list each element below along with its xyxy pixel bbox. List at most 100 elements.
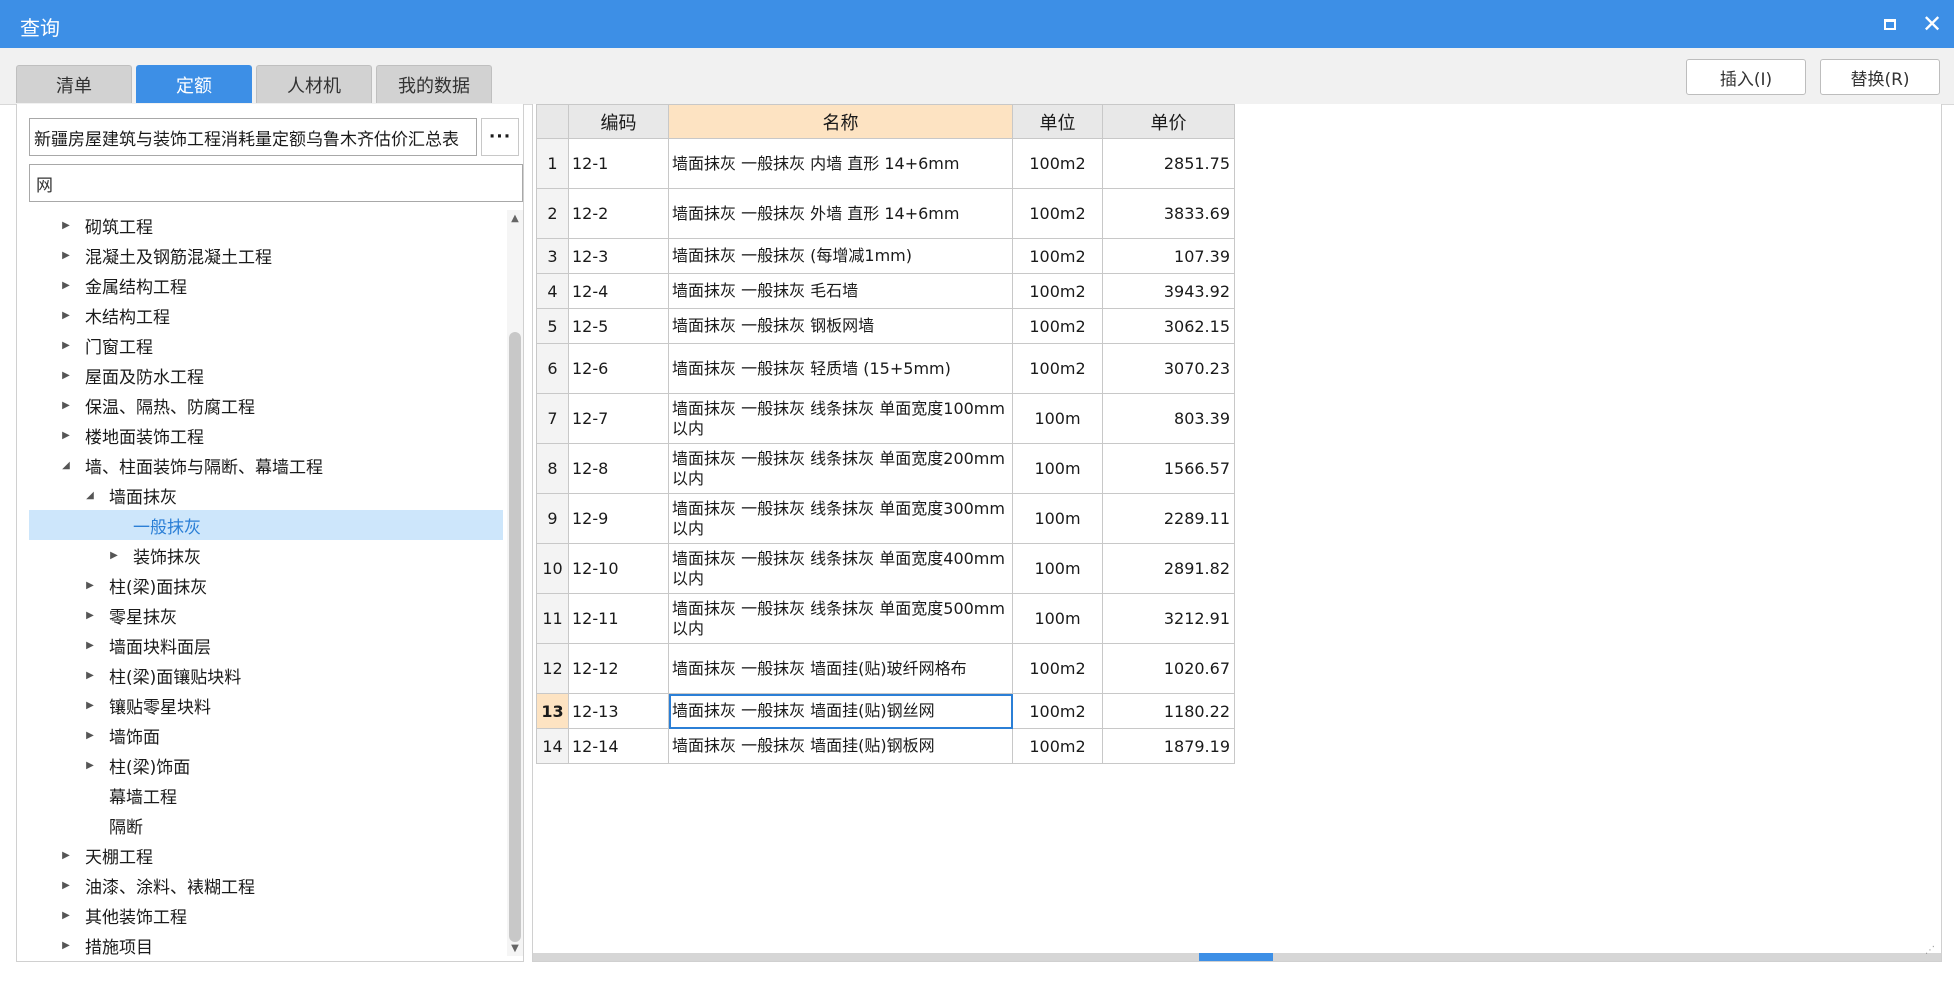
tree-node[interactable]: ▶ 措施项目 [29,930,503,957]
search-input[interactable] [29,164,523,202]
price-cell[interactable]: 3943.92 [1102,273,1235,309]
name-cell[interactable]: 墙面抹灰 一般抹灰 轻质墙 (15+5mm) [668,343,1013,394]
expand-arrow-icon[interactable]: ▶ [59,848,73,862]
scrollbar-thumb[interactable] [509,332,521,942]
price-cell[interactable]: 3070.23 [1102,343,1235,394]
tree-node[interactable]: ▶ 其他装饰工程 [29,900,503,930]
row-number[interactable]: 5 [536,308,569,344]
expand-arrow-icon[interactable]: ▶ [59,368,73,382]
row-number[interactable]: 11 [536,593,569,644]
unit-cell[interactable]: 100m [1012,443,1103,494]
tree-node[interactable]: ▶ 零星抹灰 [29,600,503,630]
unit-cell[interactable]: 100m2 [1012,693,1103,729]
price-cell[interactable]: 1566.57 [1102,443,1235,494]
unit-cell[interactable]: 100m [1012,543,1103,594]
tree-node[interactable]: ▶ 柱(梁)面镶贴块料 [29,660,503,690]
price-cell[interactable]: 107.39 [1102,238,1235,274]
insert-button[interactable]: 插入(I) [1686,59,1806,95]
column-header-price[interactable]: 单价 [1102,104,1235,139]
horizontal-scrollbar[interactable] [533,953,1941,961]
table-row[interactable]: 5 12-5 墙面抹灰 一般抹灰 钢板网墙 100m2 3062.15 [536,308,1235,344]
table-row[interactable]: 12 12-12 墙面抹灰 一般抹灰 墙面挂(贴)玻纤网格布 100m2 1020.67 [536,643,1235,694]
name-cell[interactable]: 墙面抹灰 一般抹灰 线条抹灰 单面宽度200mm以内 [668,443,1013,494]
row-number[interactable]: 13 [536,693,569,729]
row-number[interactable]: 9 [536,493,569,544]
scroll-down-icon[interactable]: ▼ [507,940,523,956]
tree-node[interactable]: ▶ 砌筑工程 [29,210,503,240]
table-row[interactable]: 1 12-1 墙面抹灰 一般抹灰 内墙 直形 14+6mm 100m2 2851.75 [536,138,1235,189]
expand-arrow-icon[interactable]: ▶ [83,668,97,682]
tree-node[interactable]: ▶ 楼地面装饰工程 [29,420,503,450]
column-header-code[interactable]: 编码 [568,104,669,139]
tab-qingdan[interactable]: 清单 [16,65,132,103]
name-cell[interactable]: 墙面抹灰 一般抹灰 线条抹灰 单面宽度100mm以内 [668,393,1013,444]
row-number[interactable]: 2 [536,188,569,239]
column-header-unit[interactable]: 单位 [1012,104,1103,139]
tree-node[interactable]: ▶ 墙饰面 [29,720,503,750]
tree-node[interactable]: ▶ 装饰抹灰 [29,540,503,570]
expand-arrow-icon[interactable]: ▶ [59,218,73,232]
code-cell[interactable]: 12-4 [568,273,669,309]
tree-node[interactable]: ▶ 镶贴零星块料 [29,690,503,720]
code-cell[interactable]: 12-14 [568,728,669,764]
unit-cell[interactable]: 100m2 [1012,728,1103,764]
collapse-arrow-icon[interactable]: ◢ [83,488,97,502]
tree-node[interactable]: 隔断 [29,810,503,840]
table-row[interactable]: 7 12-7 墙面抹灰 一般抹灰 线条抹灰 单面宽度100mm以内 100m 803.3… [536,393,1235,444]
tree-node[interactable]: ▶ 保温、隔热、防腐工程 [29,390,503,420]
price-cell[interactable]: 2289.11 [1102,493,1235,544]
name-cell[interactable]: 墙面抹灰 一般抹灰 毛石墙 [668,273,1013,309]
replace-button[interactable]: 替换(R) [1820,59,1940,95]
code-cell[interactable]: 12-1 [568,138,669,189]
expand-arrow-icon[interactable]: ▶ [83,698,97,712]
expand-arrow-icon[interactable]: ▶ [107,548,121,562]
price-cell[interactable]: 1180.22 [1102,693,1235,729]
code-cell[interactable]: 12-10 [568,543,669,594]
table-row[interactable]: 9 12-9 墙面抹灰 一般抹灰 线条抹灰 单面宽度300mm以内 100m 2289.… [536,493,1235,544]
table-row[interactable]: 3 12-3 墙面抹灰 一般抹灰 (每增减1mm) 100m2 107.39 [536,238,1235,274]
expand-arrow-icon[interactable]: ▶ [59,878,73,892]
table-row[interactable]: 8 12-8 墙面抹灰 一般抹灰 线条抹灰 单面宽度200mm以内 100m 1566.… [536,443,1235,494]
table-row[interactable]: 4 12-4 墙面抹灰 一般抹灰 毛石墙 100m2 3943.92 [536,273,1235,309]
table-row[interactable]: 2 12-2 墙面抹灰 一般抹灰 外墙 直形 14+6mm 100m2 3833.69 [536,188,1235,239]
row-number[interactable]: 6 [536,343,569,394]
unit-cell[interactable]: 100m2 [1012,188,1103,239]
code-cell[interactable]: 12-3 [568,238,669,274]
tab-dinge[interactable]: 定额 [136,65,252,103]
name-cell[interactable]: 墙面抹灰 一般抹灰 墙面挂(贴)钢板网 [668,728,1013,764]
name-cell[interactable]: 墙面抹灰 一般抹灰 (每增减1mm) [668,238,1013,274]
table-row[interactable]: 10 12-10 墙面抹灰 一般抹灰 线条抹灰 单面宽度400mm以内 100m 289… [536,543,1235,594]
code-cell[interactable]: 12-13 [568,693,669,729]
unit-cell[interactable]: 100m2 [1012,273,1103,309]
row-number[interactable]: 4 [536,273,569,309]
code-cell[interactable]: 12-6 [568,343,669,394]
expand-arrow-icon[interactable]: ▶ [59,398,73,412]
unit-cell[interactable]: 100m [1012,493,1103,544]
price-cell[interactable]: 803.39 [1102,393,1235,444]
collapse-arrow-icon[interactable]: ◢ [59,458,73,472]
tab-rencaiji[interactable]: 人材机 [256,65,372,103]
column-header-name[interactable]: 名称 [668,104,1013,139]
unit-cell[interactable]: 100m2 [1012,643,1103,694]
price-cell[interactable]: 3833.69 [1102,188,1235,239]
tree-scrollbar[interactable]: ▲ ▼ [507,210,523,956]
tree-node[interactable]: ▶ 天棚工程 [29,840,503,870]
name-cell[interactable]: 墙面抹灰 一般抹灰 墙面挂(贴)玻纤网格布 [668,643,1013,694]
tab-my-data[interactable]: 我的数据 [376,65,492,103]
tree-node[interactable]: ▶ 柱(梁)面抹灰 [29,570,503,600]
tree-node[interactable]: ◢ 墙面抹灰 [29,480,503,510]
library-more-button[interactable]: ··· [481,118,519,156]
name-cell[interactable]: 墙面抹灰 一般抹灰 线条抹灰 单面宽度400mm以内 [668,543,1013,594]
expand-arrow-icon[interactable]: ▶ [83,758,97,772]
price-cell[interactable]: 2891.82 [1102,543,1235,594]
tree-node[interactable]: ▶ 门窗工程 [29,330,503,360]
expand-arrow-icon[interactable]: ▶ [59,338,73,352]
name-cell[interactable]: 墙面抹灰 一般抹灰 外墙 直形 14+6mm [668,188,1013,239]
expand-arrow-icon[interactable]: ▶ [83,608,97,622]
tree-node[interactable]: ▶ 墙面块料面层 [29,630,503,660]
code-cell[interactable]: 12-2 [568,188,669,239]
code-cell[interactable]: 12-11 [568,593,669,644]
price-cell[interactable]: 1020.67 [1102,643,1235,694]
close-button[interactable]: ✕ [1916,8,1948,40]
tree-node[interactable]: ▶ 柱(梁)饰面 [29,750,503,780]
